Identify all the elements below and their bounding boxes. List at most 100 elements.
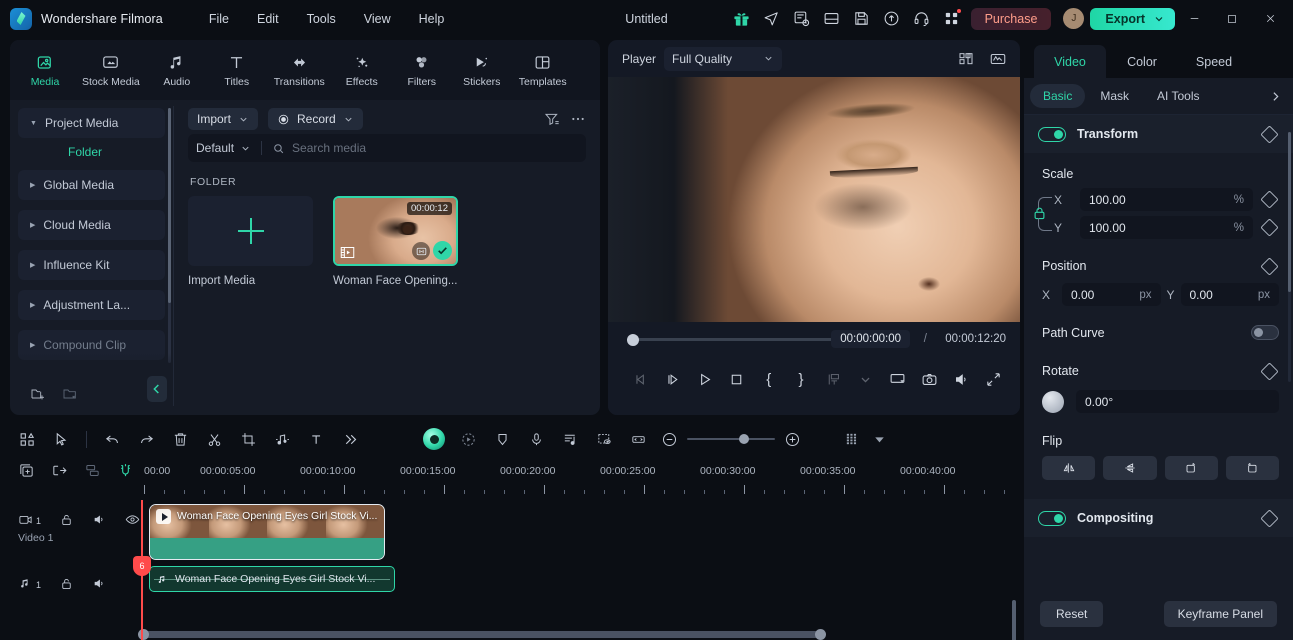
split-view-icon[interactable] (952, 46, 980, 72)
path-curve-toggle[interactable] (1251, 325, 1279, 340)
video-clip[interactable]: Woman Face Opening Eyes Girl Stock Vi... (149, 504, 385, 560)
cloud-upload-icon[interactable] (877, 4, 907, 34)
import-media-tile[interactable]: Import Media (188, 196, 313, 287)
chevron-down-icon[interactable] (849, 364, 881, 394)
purchase-button[interactable]: Purchase (970, 7, 1052, 30)
folder-project-media[interactable]: ▼ Project Media (18, 108, 165, 138)
mark-in-icon[interactable]: { (753, 364, 785, 394)
snapshot-camera-icon[interactable] (914, 364, 946, 394)
subtab-basic[interactable]: Basic (1030, 84, 1086, 108)
lock-icon[interactable] (59, 512, 74, 527)
position-keyframe-button[interactable] (1259, 256, 1279, 276)
menu-tools[interactable]: Tools (293, 7, 350, 31)
folder-compound-clip[interactable]: ▶ Compound Clip (18, 330, 165, 360)
tab-speed[interactable]: Speed (1178, 45, 1250, 78)
tab-color[interactable]: Color (1106, 45, 1178, 78)
playhead[interactable]: 6 (133, 500, 151, 640)
collapse-panel-icon[interactable] (147, 376, 167, 402)
more-chevrons-icon[interactable] (333, 425, 367, 453)
menu-edit[interactable]: Edit (243, 7, 293, 31)
expand-icon[interactable] (978, 364, 1010, 394)
minimize-button[interactable] (1175, 0, 1213, 37)
position-y-input[interactable]: 0.00 px (1180, 283, 1279, 306)
import-to-track-icon[interactable] (51, 462, 68, 479)
scale-x-input[interactable]: 100.00 % (1080, 188, 1253, 211)
media-item[interactable]: 00:00:12 Woman Face Opening... (333, 196, 458, 287)
tab-video[interactable]: Video (1034, 45, 1106, 78)
subtab-mask[interactable]: Mask (1087, 84, 1142, 108)
volume-icon[interactable] (946, 364, 978, 394)
green-screen-icon[interactable] (587, 425, 621, 453)
hide-icon[interactable] (125, 512, 140, 527)
folder-cloud-media[interactable]: ▶ Cloud Media (18, 210, 165, 240)
markers-icon[interactable] (621, 425, 655, 453)
waveform-icon[interactable] (984, 46, 1012, 72)
ai-orb-icon[interactable] (417, 425, 451, 453)
sort-dropdown[interactable]: Default (196, 141, 261, 155)
more-options-icon[interactable] (570, 111, 586, 127)
delete-folder-icon[interactable] (62, 386, 78, 402)
subtabs-next-icon[interactable] (1263, 84, 1287, 108)
playback-progress-slider[interactable] (627, 333, 832, 346)
rotate-left-icon[interactable] (1225, 456, 1279, 480)
zoom-out-icon[interactable] (661, 431, 678, 448)
gift-icon[interactable] (727, 4, 757, 34)
save-icon[interactable] (847, 4, 877, 34)
reset-button[interactable]: Reset (1040, 601, 1104, 627)
timeline-horizontal-scrollbar[interactable] (138, 629, 826, 640)
rotate-input[interactable]: 0.00° (1076, 390, 1279, 413)
preview-stage[interactable] (608, 77, 1020, 322)
stop-icon[interactable] (721, 364, 753, 394)
scroll-handle-left[interactable] (138, 629, 149, 640)
rotate-right-icon[interactable] (1164, 456, 1218, 480)
magnet-snap-icon[interactable] (117, 462, 134, 479)
undo-icon[interactable] (95, 425, 129, 453)
voiceover-mic-icon[interactable] (519, 425, 553, 453)
flip-horizontal-icon[interactable] (1042, 456, 1096, 480)
mask-icon[interactable] (485, 425, 519, 453)
zoom-slider[interactable] (687, 434, 775, 444)
quality-dropdown[interactable]: Full Quality (664, 46, 783, 71)
rotate-dial[interactable] (1042, 390, 1064, 413)
import-button[interactable]: Import (188, 108, 259, 130)
avatar[interactable]: J (1063, 8, 1085, 29)
text-icon[interactable] (299, 425, 333, 453)
layout-icon[interactable] (817, 4, 847, 34)
scale-x-keyframe-button[interactable] (1259, 190, 1279, 210)
audio-mixer-icon[interactable] (553, 425, 587, 453)
prev-frame-icon[interactable] (624, 364, 656, 394)
transform-toggle[interactable] (1038, 126, 1066, 142)
category-stock-media[interactable]: Stock Media (76, 49, 146, 92)
subtab-ai-tools[interactable]: AI Tools (1144, 84, 1212, 108)
search-input[interactable] (292, 141, 553, 155)
play-icon[interactable] (688, 364, 720, 394)
support-headset-icon[interactable] (907, 4, 937, 34)
folder-scrollbar[interactable] (168, 108, 171, 363)
menu-view[interactable]: View (350, 7, 405, 31)
chevron-down-icon[interactable] (869, 425, 889, 453)
category-titles[interactable]: Titles (208, 49, 266, 92)
folder-influence-kit[interactable]: ▶ Influence Kit (18, 250, 165, 280)
category-stickers[interactable]: Stickers (453, 49, 511, 92)
flip-vertical-icon[interactable] (1103, 456, 1157, 480)
new-folder-icon[interactable] (30, 386, 46, 402)
templates-grid-icon[interactable] (10, 425, 44, 453)
audio-clip[interactable]: Woman Face Opening Eyes Girl Stock Vi... (149, 566, 395, 592)
folder-global-media[interactable]: ▶ Global Media (18, 170, 165, 200)
crop-icon[interactable] (231, 425, 265, 453)
transform-keyframe-button[interactable] (1259, 124, 1279, 144)
lock-icon[interactable] (1032, 206, 1047, 221)
ai-scan-icon[interactable] (412, 242, 430, 260)
split-scissors-icon[interactable] (197, 425, 231, 453)
export-frame-icon[interactable] (817, 364, 849, 394)
zoom-in-icon[interactable] (784, 431, 801, 448)
motion-tracking-icon[interactable] (451, 425, 485, 453)
close-button[interactable] (1251, 0, 1289, 37)
fullscreen-monitor-icon[interactable] (881, 364, 913, 394)
media-thumbnail[interactable]: 00:00:12 (333, 196, 458, 266)
properties-scrollbar[interactable] (1288, 132, 1291, 382)
record-button[interactable]: Record (268, 108, 363, 130)
delete-icon[interactable] (163, 425, 197, 453)
group-icon[interactable] (84, 462, 101, 479)
export-button[interactable]: Export (1090, 7, 1175, 30)
